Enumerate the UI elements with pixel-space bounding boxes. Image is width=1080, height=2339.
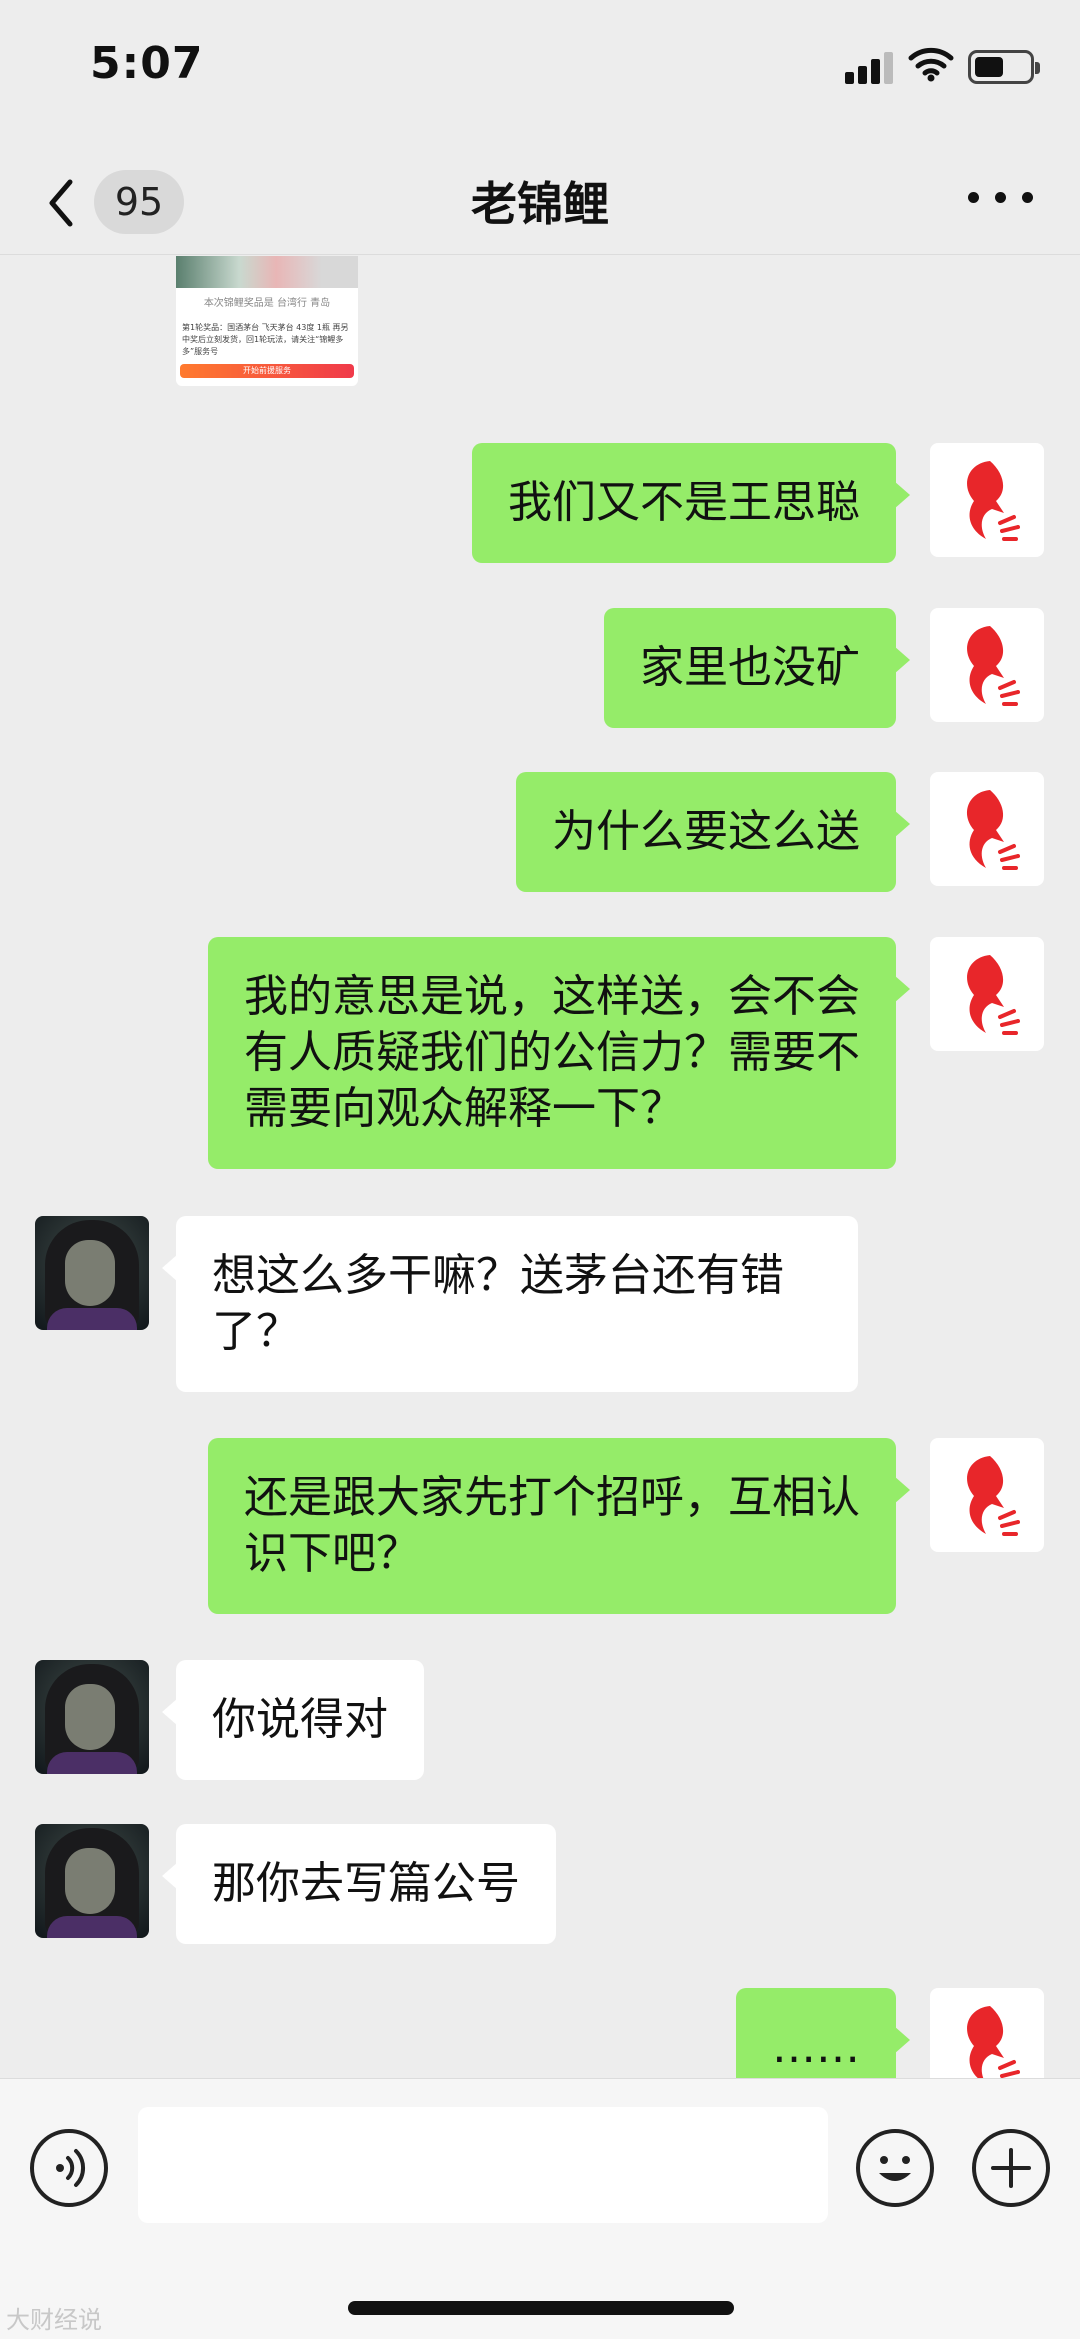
contact-avatar[interactable] (35, 1824, 149, 1938)
koi-logo-icon (967, 1456, 1020, 1536)
voice-icon[interactable] (30, 2129, 108, 2207)
voice-wave-glyph (56, 2149, 86, 2187)
wifi-icon (908, 47, 954, 82)
contact-avatar[interactable] (35, 1216, 149, 1330)
nav-bar: 95 老锦鲤 (0, 140, 1080, 255)
shared-card-preview[interactable]: 本次锦鲤奖品是 台湾行 青岛 第1轮奖品：国酒茅台 飞天茅台 43度 1瓶 再另… (176, 256, 358, 386)
koi-logo-icon (967, 626, 1020, 706)
signal-icon (845, 52, 895, 84)
self-avatar[interactable] (930, 772, 1044, 886)
message-input[interactable] (138, 2107, 828, 2223)
self-avatar[interactable] (930, 937, 1044, 1051)
home-indicator[interactable] (348, 2301, 734, 2315)
message-bubble[interactable]: 还是跟大家先打个招呼，互相认 识下吧？ (208, 1438, 910, 1614)
message-bubble[interactable]: 那你去写篇公号 (162, 1824, 556, 1944)
self-avatar[interactable] (930, 1438, 1044, 1552)
status-bar: 5:07 (0, 0, 1080, 140)
watermark: 大财经说 (6, 2306, 102, 2334)
message-bubble[interactable]: 家里也没矿 (604, 608, 910, 728)
koi-logo-icon (967, 955, 1020, 1035)
status-time: 5:07 (90, 38, 204, 89)
message-bubble[interactable]: 为什么要这么送 (516, 772, 910, 892)
plus-glyph (991, 2148, 1031, 2188)
chat-title: 老锦鲤 (471, 177, 609, 231)
message-bubble[interactable]: 我的意思是说，这样送，会不会 有人质疑我们的公信力？需要不 需要向观众解释一下？ (208, 937, 910, 1169)
message-bubble[interactable]: 我们又不是王思聪 (472, 443, 910, 563)
plus-icon[interactable] (972, 2129, 1050, 2207)
emoji-icon[interactable] (856, 2129, 934, 2207)
chat-messages[interactable]: 本次锦鲤奖品是 台湾行 青岛 第1轮奖品：国酒茅台 飞天茅台 43度 1瓶 再另… (0, 256, 1080, 2078)
contact-avatar[interactable] (35, 1660, 149, 1774)
unread-count-badge: 95 (94, 170, 184, 234)
smiley-glyph (879, 2156, 911, 2181)
self-avatar[interactable] (930, 608, 1044, 722)
card-caption: 本次锦鲤奖品是 台湾行 青岛 (203, 298, 331, 309)
self-avatar[interactable] (930, 443, 1044, 557)
card-button[interactable]: 开始前援服务 (180, 364, 354, 378)
message-bubble[interactable]: 想这么多干嘛？送茅台还有错 了？ (162, 1216, 858, 1392)
message-bubble[interactable]: …… (736, 1988, 910, 2078)
more-dots-icon[interactable] (966, 178, 1036, 218)
chevron-left-icon (49, 179, 73, 227)
input-bar (0, 2078, 1080, 2339)
koi-logo-icon (967, 790, 1020, 870)
message-bubble[interactable]: 你说得对 (162, 1660, 424, 1780)
koi-logo-icon (967, 2006, 1020, 2078)
card-image (176, 256, 358, 288)
koi-logo-icon (967, 461, 1020, 541)
card-text: 第1轮奖品：国酒茅台 飞天茅台 43度 1瓶 再另 中奖后立刻发货，回1轮玩法，… (182, 323, 349, 356)
self-avatar[interactable] (930, 1988, 1044, 2078)
back-button[interactable]: 95 (40, 158, 190, 238)
battery-icon (968, 50, 1040, 84)
